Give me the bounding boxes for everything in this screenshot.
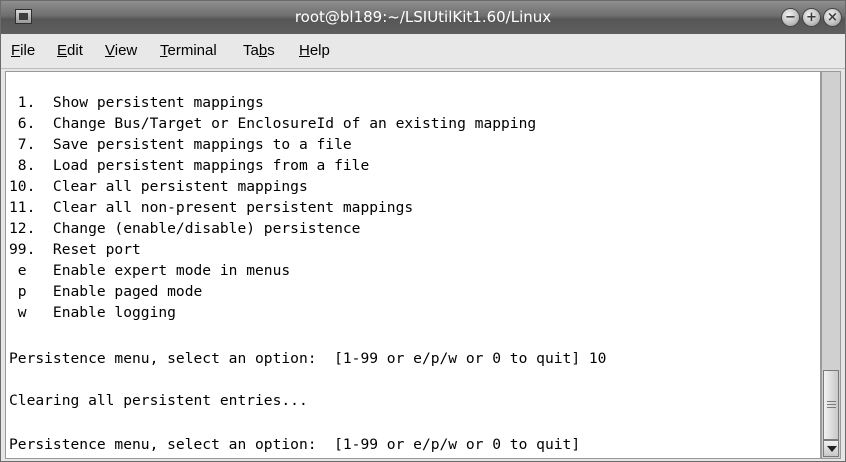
terminal-window: root@bl189:~/LSIUtilKit1.60/Linux − + × … [0, 0, 846, 462]
menu-terminal-mnemonic: T [160, 42, 168, 59]
terminal-prompt-line: Persistence menu, select an option: [1-9… [9, 436, 581, 453]
menu-terminal-rest: erminal [167, 42, 217, 59]
menu-edit-rest: dit [67, 42, 83, 59]
menu-file[interactable]: File [11, 34, 35, 68]
menu-tabs-mnemonic: b [258, 42, 268, 59]
menu-file-rest: ile [20, 42, 36, 59]
close-icon[interactable]: × [824, 9, 841, 26]
terminal-line: Clearing all persistent entries... [9, 392, 308, 409]
minimize-icon[interactable]: − [782, 9, 799, 26]
window-title: root@bl189:~/LSIUtilKit1.60/Linux [294, 8, 552, 26]
maximize-icon[interactable]: + [803, 9, 820, 26]
menu-help-mnemonic: H [299, 42, 310, 59]
terminal-line: w Enable logging [9, 304, 176, 321]
menu-tabs-pre: Ta [243, 42, 259, 59]
menu-tabs-rest: s [267, 42, 275, 59]
terminal-line: 11. Clear all non-present persistent map… [9, 199, 414, 216]
terminal-line: 1. Show persistent mappings [9, 94, 264, 111]
terminal-line: 99. Reset port [9, 241, 141, 258]
menu-tabs[interactable]: Tabs [243, 34, 275, 68]
title-bar[interactable]: root@bl189:~/LSIUtilKit1.60/Linux − + × [1, 1, 845, 34]
terminal-line: Persistence menu, select an option: [1-9… [9, 350, 607, 367]
menu-bar: File Edit View Terminal Tabs Help [1, 34, 845, 69]
grip-line [827, 401, 836, 402]
terminal-line: 10. Clear all persistent mappings [9, 178, 308, 195]
grip-line [827, 407, 836, 408]
terminal-output[interactable]: 1. Show persistent mappings 6. Change Bu… [5, 71, 821, 459]
menu-view-mnemonic: V [105, 42, 115, 59]
menu-view-rest: iew [114, 42, 138, 59]
scrollbar-thumb[interactable] [823, 370, 839, 440]
menu-view[interactable]: View [105, 34, 137, 68]
scroll-down-arrow-icon[interactable] [823, 440, 839, 457]
menu-terminal[interactable]: Terminal [160, 34, 217, 68]
terminal-line: e Enable expert mode in menus [9, 262, 291, 279]
terminal-line: p Enable paged mode [9, 283, 203, 300]
terminal-line: 7. Save persistent mappings to a file [9, 136, 352, 153]
terminal-line: 12. Change (enable/disable) persistence [9, 220, 361, 237]
menu-help-rest: elp [309, 42, 330, 59]
grip-line [827, 404, 836, 405]
vertical-scrollbar[interactable] [821, 71, 841, 459]
terminal-line: 8. Load persistent mappings from a file [9, 157, 370, 174]
menu-edit[interactable]: Edit [57, 34, 83, 68]
terminal-line: 6. Change Bus/Target or EnclosureId of a… [9, 115, 537, 132]
menu-file-mnemonic: F [11, 42, 21, 59]
menu-help[interactable]: Help [299, 34, 330, 68]
menu-edit-mnemonic: E [57, 42, 68, 59]
